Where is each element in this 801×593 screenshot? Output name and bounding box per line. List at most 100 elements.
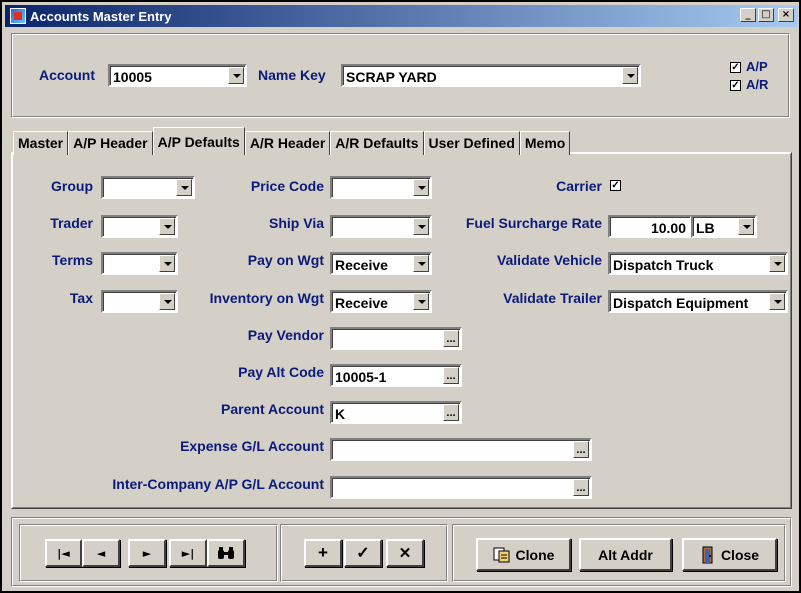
window-controls: _ □ × <box>740 8 794 22</box>
expense-gl-field[interactable]: ... <box>330 438 592 461</box>
price-code-dropdown-button[interactable] <box>413 179 429 196</box>
plus-icon: + <box>318 543 328 562</box>
expense-gl-lookup-button[interactable]: ... <box>573 441 589 458</box>
tab-strip: Master A/P Header A/P Defaults A/R Heade… <box>13 127 571 155</box>
pay-alt-code-value: 10005-1 <box>335 369 387 385</box>
next-record-button[interactable]: ► <box>128 539 166 567</box>
inventory-on-wgt-label: Inventory on Wgt <box>209 290 324 306</box>
group-label: Group <box>51 178 93 194</box>
close-label: Close <box>720 546 760 563</box>
fuel-surcharge-value: 10.00 <box>650 220 686 236</box>
inventory-on-wgt-dropdown-button[interactable] <box>413 293 429 310</box>
binoculars-icon <box>218 547 234 559</box>
x-icon: ✕ <box>398 545 412 562</box>
pay-alt-code-field[interactable]: 10005-1 ... <box>330 364 462 387</box>
validate-trailer-dropdown-button[interactable] <box>769 293 785 310</box>
tab-ar-header[interactable]: A/R Header <box>244 131 331 155</box>
find-button[interactable] <box>207 539 245 567</box>
ship-via-combo[interactable] <box>330 215 432 238</box>
checkmark-icon: ✓ <box>356 545 370 562</box>
maximize-button[interactable]: □ <box>758 8 774 22</box>
clone-button[interactable]: Clone <box>476 538 571 571</box>
last-record-button[interactable]: ►| <box>169 539 207 567</box>
add-button[interactable]: + <box>304 539 342 567</box>
pay-vendor-field[interactable]: ... <box>330 327 462 350</box>
namekey-dropdown-button[interactable] <box>622 67 638 84</box>
accounts-master-window: Accounts Master Entry _ □ × Account 1000… <box>0 0 801 593</box>
intercompany-gl-field[interactable]: ... <box>330 476 592 499</box>
fuel-surcharge-field[interactable]: 10.00 <box>608 215 692 238</box>
parent-account-value: K <box>335 406 346 422</box>
alt-addr-button[interactable]: Alt Addr <box>579 538 672 571</box>
cancel-button[interactable]: ✕ <box>386 539 424 567</box>
pay-on-wgt-dropdown-button[interactable] <box>413 255 429 272</box>
pay-on-wgt-label: Pay on Wgt <box>247 252 324 268</box>
parent-account-field[interactable]: K ... <box>330 401 462 424</box>
parent-account-label: Parent Account <box>221 401 324 417</box>
group-dropdown-button[interactable] <box>176 179 192 196</box>
namekey-label: Name Key <box>258 67 326 83</box>
ar-checkbox[interactable]: ✓ <box>730 80 741 91</box>
parent-account-lookup-button[interactable]: ... <box>443 404 459 421</box>
title-bar[interactable]: Accounts Master Entry _ □ × <box>5 5 798 27</box>
tab-user-defined[interactable]: User Defined <box>423 131 520 155</box>
expense-gl-label: Expense G/L Account <box>180 438 324 454</box>
validate-trailer-value: Dispatch Equipment <box>613 295 749 311</box>
ship-via-dropdown-button[interactable] <box>413 218 429 235</box>
pay-on-wgt-value: Receive <box>335 257 388 273</box>
terms-label: Terms <box>52 252 93 268</box>
inventory-on-wgt-combo[interactable]: Receive <box>330 290 432 313</box>
validate-vehicle-combo[interactable]: Dispatch Truck <box>608 252 788 275</box>
trader-combo[interactable] <box>101 215 178 238</box>
previous-record-button[interactable]: ◄ <box>82 539 120 567</box>
next-icon: ► <box>142 546 152 560</box>
validate-vehicle-label: Validate Vehicle <box>496 252 602 268</box>
first-record-button[interactable]: |◄ <box>45 539 82 567</box>
inventory-on-wgt-value: Receive <box>335 295 388 311</box>
namekey-value: SCRAP YARD <box>346 69 437 85</box>
app-icon <box>10 8 26 24</box>
terms-dropdown-button[interactable] <box>159 255 175 272</box>
clone-icon <box>493 547 510 562</box>
tab-ar-defaults[interactable]: A/R Defaults <box>330 131 424 155</box>
save-button[interactable]: ✓ <box>344 539 382 567</box>
pay-on-wgt-combo[interactable]: Receive <box>330 252 432 275</box>
account-dropdown-button[interactable] <box>228 67 244 84</box>
validate-trailer-combo[interactable]: Dispatch Equipment <box>608 290 788 313</box>
trader-label: Trader <box>50 215 93 231</box>
namekey-combo[interactable]: SCRAP YARD <box>341 64 641 87</box>
validate-vehicle-value: Dispatch Truck <box>613 257 714 273</box>
tax-dropdown-button[interactable] <box>159 293 175 310</box>
pay-alt-code-lookup-button[interactable]: ... <box>443 367 459 384</box>
close-button[interactable]: Close <box>682 538 777 571</box>
tax-combo[interactable] <box>101 290 178 313</box>
first-icon: |◄ <box>57 546 70 560</box>
tab-memo[interactable]: Memo <box>519 131 571 155</box>
minimize-button[interactable]: _ <box>740 8 756 22</box>
terms-combo[interactable] <box>101 252 178 275</box>
pay-alt-code-label: Pay Alt Code <box>238 364 324 380</box>
previous-icon: ◄ <box>96 546 106 560</box>
tab-ap-header[interactable]: A/P Header <box>68 131 153 155</box>
carrier-checkbox[interactable]: ✓ <box>610 180 621 191</box>
ap-label: A/P <box>746 59 768 74</box>
validate-trailer-label: Validate Trailer <box>503 290 602 306</box>
last-icon: ►| <box>181 546 195 560</box>
account-label: Account <box>39 67 95 83</box>
intercompany-gl-lookup-button[interactable]: ... <box>573 479 589 496</box>
pay-vendor-lookup-button[interactable]: ... <box>443 330 459 347</box>
tab-ap-defaults[interactable]: A/P Defaults <box>152 127 245 155</box>
carrier-label: Carrier <box>556 178 602 194</box>
account-combo[interactable]: 10005 <box>108 64 247 87</box>
ar-label: A/R <box>746 77 769 92</box>
trader-dropdown-button[interactable] <box>159 218 175 235</box>
validate-vehicle-dropdown-button[interactable] <box>769 255 785 272</box>
tab-master[interactable]: Master <box>13 131 69 155</box>
group-combo[interactable] <box>101 176 195 199</box>
price-code-combo[interactable] <box>330 176 432 199</box>
close-window-button[interactable]: × <box>778 8 794 22</box>
fuel-unit-dropdown-button[interactable] <box>738 218 754 235</box>
pay-vendor-label: Pay Vendor <box>247 327 324 343</box>
fuel-unit-combo[interactable]: LB <box>691 215 757 238</box>
ap-checkbox[interactable]: ✓ <box>730 62 741 73</box>
